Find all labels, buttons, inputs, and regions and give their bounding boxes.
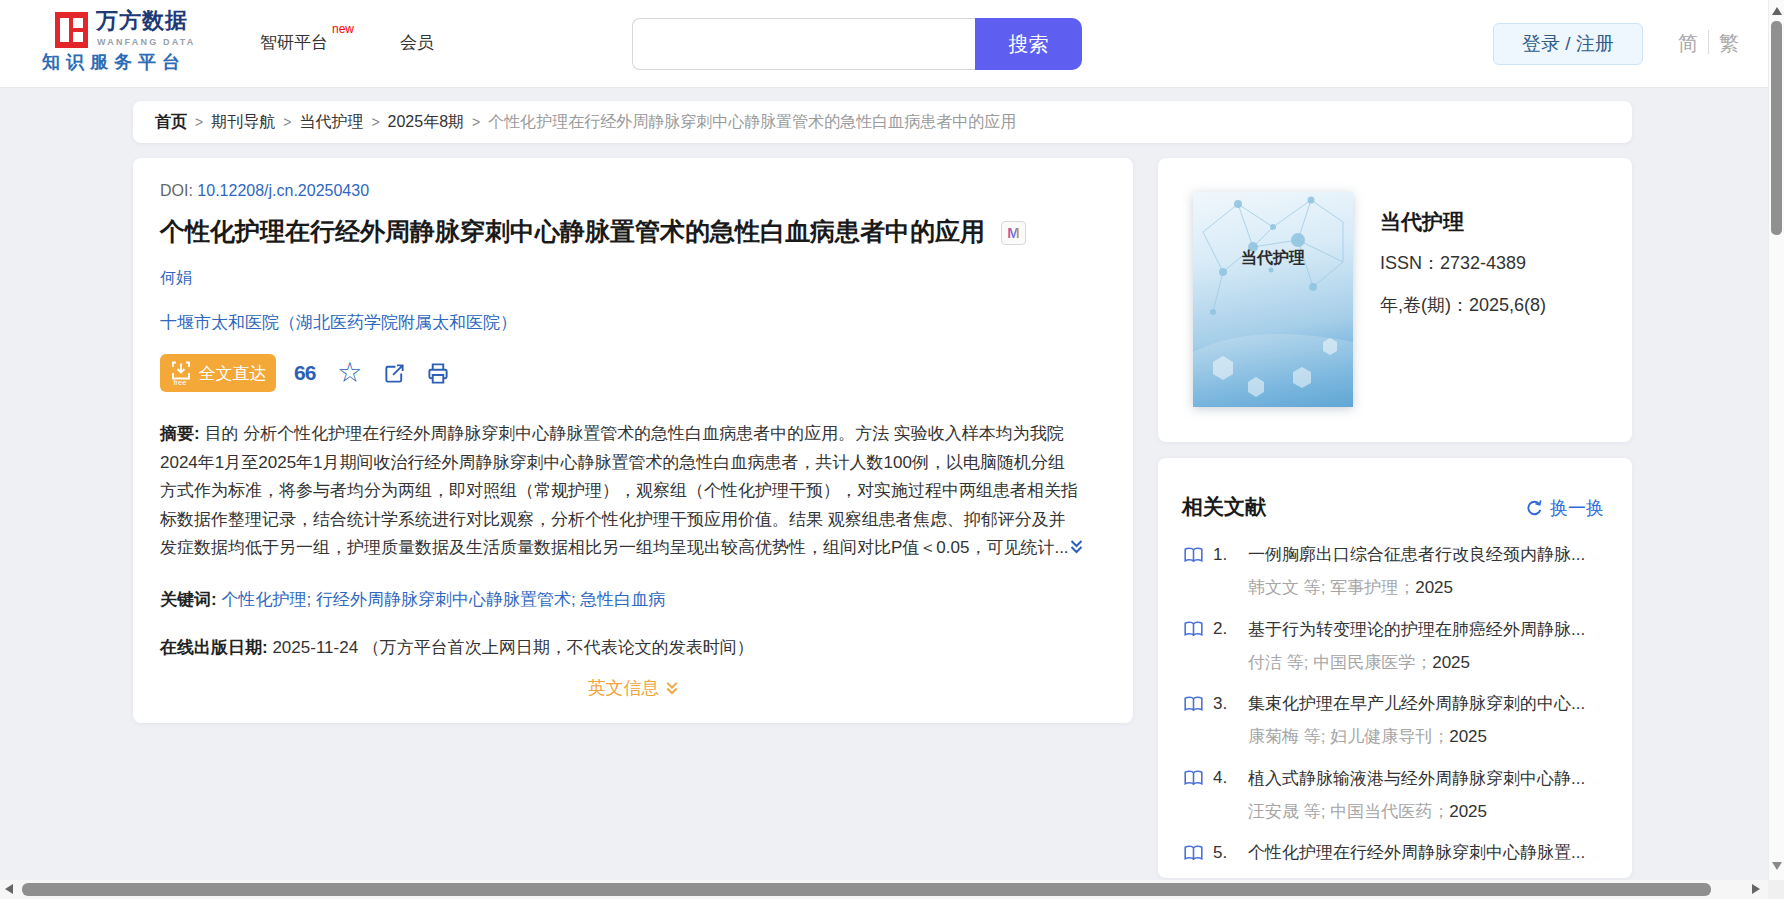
related-meta: 付洁 等; 中国民康医学；2025 [1248, 651, 1470, 674]
search-input[interactable] [632, 18, 975, 70]
share-icon[interactable] [383, 362, 406, 385]
book-icon [1183, 546, 1204, 564]
vertical-scrollbar[interactable] [1768, 0, 1784, 880]
article-card: DOI: 10.12208/j.cn.20250430 个性化护理在行经外周静脉… [133, 158, 1133, 723]
related-item[interactable]: 2. 基于行为转变理论的护理在肺癌经外周静脉... 付洁 等; 中国民康医学；2… [1183, 618, 1610, 693]
keyword-link[interactable]: 急性白血病 [580, 590, 665, 609]
journal-issn: ISSN：2732-4389 [1380, 251, 1526, 275]
fulltext-button[interactable]: free 全文直达 [160, 354, 276, 392]
lang-divider [1708, 30, 1709, 54]
article-title: 个性化护理在行经外周静脉穿刺中心静脉置管术的急性白血病患者中的应用M [160, 214, 1110, 248]
book-icon [1183, 769, 1204, 787]
search-button[interactable]: 搜索 [975, 18, 1082, 70]
breadcrumb-journal[interactable]: 当代护理 [299, 112, 363, 133]
related-meta: 韩文文 等; 军事护理；2025 [1248, 576, 1453, 599]
journal-cover-title: 当代护理 [1193, 248, 1353, 269]
keyword-link[interactable]: 个性化护理 [221, 590, 306, 609]
breadcrumb-separator: > [371, 114, 379, 130]
journal-volume: 年,卷(期)：2025,6(8) [1380, 293, 1546, 317]
breadcrumb-current: 个性化护理在行经外周静脉穿刺中心静脉置管术的急性白血病患者中的应用 [488, 112, 1016, 133]
lang-traditional[interactable]: 繁 [1719, 30, 1739, 57]
article-author[interactable]: 何娟 [160, 268, 192, 289]
related-articles-card: 相关文献 换一换 1. 一例胸廓出口综合征患者行改良经颈内静脉... 韩文文 等… [1158, 458, 1632, 878]
expand-abstract-icon[interactable] [1069, 536, 1084, 565]
keywords-row: 关键词: 个性化护理; 行经外周静脉穿刺中心静脉置管术; 急性白血病 [160, 588, 665, 611]
keywords-label: 关键词: [160, 590, 217, 609]
brand-name-en: WANFANG DATA [97, 38, 196, 47]
book-icon [1183, 620, 1204, 638]
page: 万方数据 WANFANG DATA 知识服务平台 智研平台 new 会员 搜索 … [0, 0, 1784, 899]
related-item[interactable]: 5. 个性化护理在行经外周静脉穿刺中心静脉置... [1183, 841, 1610, 878]
breadcrumb-separator: > [283, 114, 291, 130]
online-date-label: 在线出版日期: [160, 638, 268, 657]
online-date: 2025-11-24 [272, 638, 358, 657]
article-abstract: 摘要: 目的 分析个性化护理在行经外周静脉穿刺中心静脉置管术的急性白血病患者中的… [160, 420, 1105, 565]
brand-name-cn[interactable]: 万方数据 [96, 8, 188, 34]
print-icon[interactable] [426, 362, 450, 385]
wanfang-logo-icon[interactable] [55, 12, 88, 48]
abstract-label: 摘要: [160, 424, 200, 443]
related-meta: 康菊梅 等; 妇儿健康导刊；2025 [1248, 725, 1487, 748]
book-icon [1183, 695, 1204, 713]
related-meta: 汪安晟 等; 中国当代医药；2025 [1248, 800, 1487, 823]
horizontal-scrollbar-thumb[interactable] [22, 883, 1711, 896]
m-badge[interactable]: M [1001, 221, 1026, 245]
login-register-button[interactable]: 登录 / 注册 [1493, 23, 1643, 65]
vertical-scrollbar-thumb[interactable] [1771, 21, 1782, 235]
book-icon [1183, 844, 1204, 862]
keyword-link[interactable]: 行经外周静脉穿刺中心静脉置管术 [316, 590, 571, 609]
breadcrumb: 首页 > 期刊导航 > 当代护理 > 2025年8期 > 个性化护理在行经外周静… [133, 101, 1632, 143]
english-info-toggle[interactable]: 英文信息 [133, 676, 1133, 701]
doi-row: DOI: 10.12208/j.cn.20250430 [160, 182, 369, 200]
header: 万方数据 WANFANG DATA 知识服务平台 智研平台 new 会员 搜索 … [0, 0, 1784, 88]
scrollbar-corner [1768, 880, 1784, 899]
favorite-star-icon[interactable]: ☆ [337, 360, 362, 386]
doi-link[interactable]: 10.12208/j.cn.20250430 [197, 182, 369, 199]
journal-card: 当代护理 当代护理 ISSN：2732-4389 年,卷(期)：2025,6(8… [1158, 158, 1632, 442]
related-item[interactable]: 4. 植入式静脉输液港与经外周静脉穿刺中心静... 汪安晟 等; 中国当代医药；… [1183, 767, 1610, 842]
horizontal-scrollbar[interactable] [0, 880, 1784, 899]
breadcrumb-journal-nav[interactable]: 期刊导航 [211, 112, 275, 133]
svg-text:free: free [173, 378, 186, 386]
online-date-note: （万方平台首次上网日期，不代表论文的发表时间） [363, 638, 754, 657]
related-list: 1. 一例胸廓出口综合征患者行改良经颈内静脉... 韩文文 等; 军事护理；20… [1183, 543, 1610, 878]
breadcrumb-issue[interactable]: 2025年8期 [388, 112, 465, 133]
related-item[interactable]: 1. 一例胸廓出口综合征患者行改良经颈内静脉... 韩文文 等; 军事护理；20… [1183, 543, 1610, 618]
chevron-down-icon [665, 680, 679, 701]
related-item[interactable]: 3. 集束化护理在早产儿经外周静脉穿刺的中心... 康菊梅 等; 妇儿健康导刊；… [1183, 692, 1610, 767]
cite-icon[interactable]: 66 [294, 363, 315, 383]
refresh-related-button[interactable]: 换一换 [1525, 496, 1604, 520]
breadcrumb-home[interactable]: 首页 [155, 112, 187, 133]
brand-tagline: 知识服务平台 [42, 50, 186, 74]
scroll-right-arrow[interactable] [1752, 884, 1760, 894]
nav-member[interactable]: 会员 [400, 31, 434, 54]
doi-label: DOI: [160, 182, 193, 199]
lang-simplified[interactable]: 简 [1678, 30, 1698, 57]
refresh-icon [1525, 499, 1544, 518]
scroll-down-arrow[interactable] [1772, 862, 1782, 870]
new-badge: new [332, 22, 354, 36]
free-download-icon: free [170, 360, 192, 386]
journal-cover[interactable]: 当代护理 [1193, 192, 1353, 407]
related-title: 相关文献 [1182, 493, 1266, 521]
online-publish-row: 在线出版日期: 2025-11-24 （万方平台首次上网日期，不代表论文的发表时… [160, 636, 754, 659]
scroll-up-arrow[interactable] [1772, 7, 1782, 15]
cover-network-art [1193, 192, 1353, 407]
breadcrumb-separator: > [472, 114, 480, 130]
article-actions: free 全文直达 66 ☆ [160, 354, 450, 392]
article-affiliation[interactable]: 十堰市太和医院（湖北医药学院附属太和医院） [160, 311, 517, 334]
scroll-left-arrow[interactable] [5, 884, 13, 894]
nav-zhiyan-platform[interactable]: 智研平台 [260, 31, 328, 54]
breadcrumb-separator: > [195, 114, 203, 130]
journal-name: 当代护理 [1380, 208, 1464, 236]
